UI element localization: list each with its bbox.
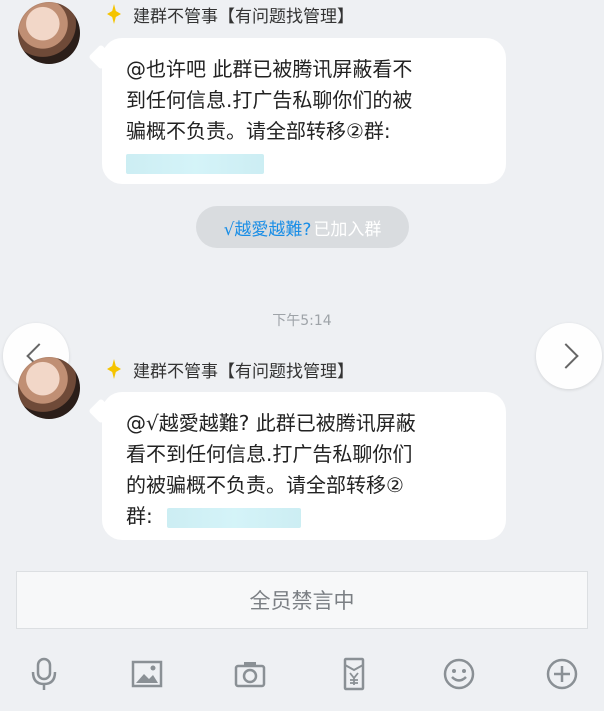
image-button[interactable] [121, 650, 173, 698]
chevron-right-icon [553, 343, 579, 369]
message-line-text: 骗概不负责。请全部转移②群: [126, 119, 391, 143]
plus-button[interactable] [536, 650, 588, 698]
red-packet-button[interactable] [328, 650, 380, 698]
system-notice: √越愛越難? 已加入群 [196, 206, 409, 248]
masked-group-number [167, 507, 302, 528]
masked-content-row [126, 147, 482, 178]
message-line: @√越愛越難? 此群已被腾讯屏蔽 [126, 411, 416, 435]
plus-icon [546, 658, 578, 690]
avatar[interactable] [18, 2, 80, 64]
input-toolbar [0, 640, 604, 711]
message-line: 群: [126, 501, 482, 532]
sender-row: 建群不管事【有问题找管理】 [104, 355, 354, 383]
message-line: @也许吧 此群已被腾讯屏蔽看不 [126, 57, 413, 81]
message-line: 到任何信息.打广告私聊你们的被 [126, 88, 413, 112]
camera-icon [234, 662, 266, 688]
avatar[interactable] [18, 357, 80, 419]
sender-name: 建群不管事【有问题找管理】 [133, 6, 354, 27]
camera-button[interactable] [224, 650, 276, 698]
joined-notice-text: 已加入群 [313, 219, 382, 240]
admin-star-icon [104, 359, 124, 379]
sender-row: 建群不管事【有问题找管理】 [104, 0, 354, 28]
message-line: 骗概不负责。请全部转移②群: [126, 116, 482, 147]
admin-star-icon [104, 4, 124, 24]
mute-status-label: 全员禁言中 [249, 589, 355, 613]
red-packet-icon [343, 657, 365, 691]
mute-status-bar: 全员禁言中 [16, 571, 588, 629]
joined-user-name[interactable]: √越愛越難? [224, 215, 312, 240]
microphone-icon [31, 657, 57, 690]
message-line-text: 群: [126, 504, 153, 528]
emoji-button[interactable] [433, 650, 485, 698]
message-bubble[interactable]: @也许吧 此群已被腾讯屏蔽看不 到任何信息.打广告私聊你们的被 骗概不负责。请全… [102, 38, 506, 184]
masked-group-number [126, 153, 264, 174]
next-button[interactable] [536, 323, 602, 389]
message-line: 看不到任何信息.打广告私聊你们 [126, 442, 413, 466]
sender-name: 建群不管事【有问题找管理】 [133, 361, 354, 382]
microphone-button[interactable] [18, 650, 70, 698]
message-bubble[interactable]: @√越愛越難? 此群已被腾讯屏蔽 看不到任何信息.打广告私聊你们 的被骗概不负责… [102, 392, 506, 540]
message-line: 的被骗概不负责。请全部转移② [126, 473, 404, 497]
emoji-icon [443, 658, 475, 690]
image-icon [131, 660, 163, 688]
timestamp: 下午5:14 [272, 313, 332, 329]
